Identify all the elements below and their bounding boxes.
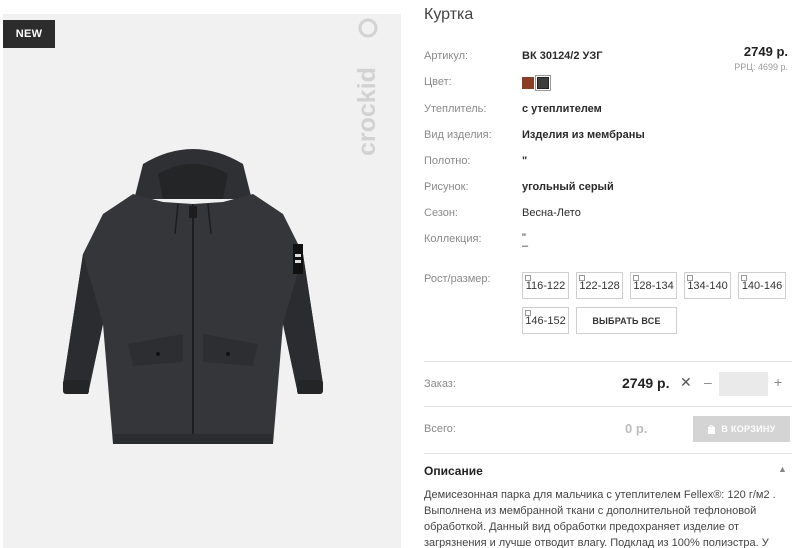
insulation-label: Утеплитель:: [424, 103, 487, 115]
season-label: Сезон:: [424, 207, 458, 219]
cart-icon: [708, 425, 716, 434]
jacket-image: [63, 149, 323, 444]
pattern-value: угольный серый: [522, 181, 614, 193]
select-all-sizes-button[interactable]: ВЫБРАТЬ ВСЕ: [576, 307, 677, 334]
insulation-value: с утеплителем: [522, 103, 602, 115]
size-option-label: 134-140: [687, 279, 728, 292]
size-option-label: 146-152: [525, 314, 566, 327]
fabric-value: ": [522, 155, 528, 167]
size-option-label: 140-146: [741, 279, 783, 292]
type-label: Вид изделия:: [424, 129, 492, 141]
size-option-128-134[interactable]: 128-134: [630, 272, 677, 299]
size-label: Рост/размер:: [424, 273, 491, 285]
order-price: 2749 р.: [622, 375, 670, 391]
size-checkbox-icon: [741, 275, 747, 281]
collection-label: Коллекция:: [424, 233, 482, 245]
add-to-cart-button[interactable]: В КОРЗИНУ: [693, 416, 790, 442]
crockid-logo: crockid: [355, 18, 381, 156]
multiply-icon: ✕: [680, 374, 692, 390]
divider: [424, 453, 792, 454]
new-badge: NEW: [3, 20, 55, 48]
product-title: Куртка: [424, 6, 474, 23]
article-label: Артикул:: [424, 50, 469, 62]
size-checkbox-icon: [633, 275, 639, 281]
size-option-label: 116-122: [525, 279, 566, 292]
increase-quantity-button[interactable]: +: [774, 374, 782, 390]
size-option-label: 128-134: [633, 279, 674, 292]
season-value: Весна-Лето: [522, 207, 581, 219]
svg-text:crockid: crockid: [355, 67, 381, 156]
size-option-122-128[interactable]: 122-128: [576, 272, 623, 299]
divider: [424, 406, 792, 407]
description-title[interactable]: Описание: [424, 464, 483, 478]
add-to-cart-label: В КОРЗИНУ: [721, 424, 776, 434]
size-checkbox-icon: [525, 275, 531, 281]
size-option-146-152[interactable]: 146-152: [522, 307, 569, 334]
size-checkbox-icon: [525, 310, 531, 316]
size-option-140-146[interactable]: 140-146: [738, 272, 786, 299]
size-option-116-122[interactable]: 116-122: [522, 272, 569, 299]
divider: [424, 361, 792, 362]
size-checkbox-icon: [687, 275, 693, 281]
order-label: Заказ:: [424, 378, 456, 390]
color-swatch-grey-selected[interactable]: [535, 75, 551, 91]
decrease-quantity-button[interactable]: –: [704, 374, 712, 390]
color-label: Цвет:: [424, 76, 452, 88]
recommended-price: РРЦ: 4699 р.: [734, 62, 788, 72]
product-photo[interactable]: [3, 14, 401, 548]
size-option-label: 122-128: [579, 279, 620, 292]
pattern-label: Рисунок:: [424, 181, 469, 193]
collapse-caret-icon[interactable]: ▲: [778, 464, 787, 474]
fabric-label: Полотно:: [424, 155, 471, 167]
color-swatch-brown[interactable]: [522, 77, 534, 89]
type-value: Изделия из мембраны: [522, 129, 645, 141]
description-text: Демисезонная парка для мальчика с утепли…: [424, 489, 776, 548]
total-label: Всего:: [424, 423, 456, 435]
quantity-input[interactable]: [719, 372, 768, 396]
product-price: 2749 р.: [743, 44, 788, 59]
collection-value-dash: –: [522, 240, 529, 252]
size-option-134-140[interactable]: 134-140: [684, 272, 731, 299]
size-checkbox-icon: [579, 275, 585, 281]
total-value: 0 р.: [625, 421, 648, 436]
article-value: ВК 30124/2 УЗГ: [522, 50, 603, 62]
